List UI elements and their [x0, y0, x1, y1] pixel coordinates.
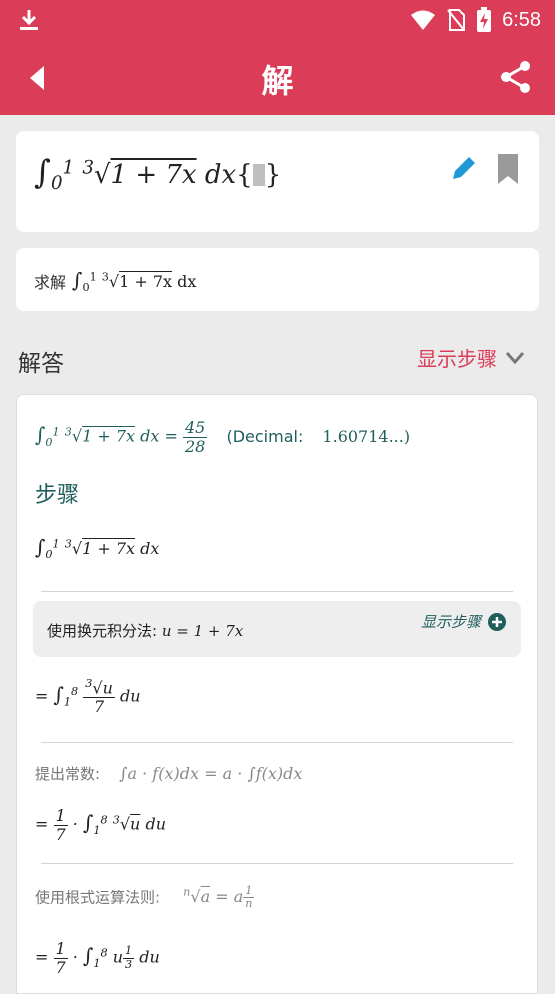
substitution-step[interactable]: 使用换元积分法: u = 1 + 7x 显示步骤 — [33, 601, 521, 657]
step-constant: = 17 · ∫18 3√u du — [35, 806, 166, 844]
rule-constant: 提出常数: ∫a · f(x)dx = a · ∫f(x)dx — [35, 764, 303, 783]
page-title: 解 — [261, 62, 294, 100]
divider — [41, 742, 513, 743]
steps-title: 步骤 — [35, 483, 80, 508]
plus-circle-icon — [488, 612, 506, 631]
share-icon[interactable] — [499, 60, 533, 94]
result-card: ∫01 3√1 + 7x dx = 45 28 (Decimal: 1.60714… — [16, 394, 538, 994]
query-text: 求解 ∫01 3√1 + 7x dx — [34, 268, 197, 295]
chevron-down-icon — [505, 351, 525, 364]
step-original: ∫01 3√1 + 7x dx — [35, 535, 160, 562]
cursor-placeholder — [252, 164, 265, 186]
divider — [41, 863, 513, 864]
bookmark-icon[interactable] — [497, 153, 519, 185]
edit-icon[interactable] — [449, 153, 479, 183]
query-card: 求解 ∫01 3√1 + 7x dx — [16, 248, 539, 311]
divider — [41, 591, 513, 592]
input-expression: ∫01 3√1 + 7x dx{} — [34, 153, 282, 195]
status-bar: 6:58 — [0, 0, 555, 42]
show-steps-button[interactable]: 显示步骤 — [417, 343, 525, 372]
clock: 6:58 — [502, 8, 541, 31]
expression-input[interactable]: ∫01 3√1 + 7x dx{} — [16, 131, 539, 232]
app-bar: 解 — [0, 42, 555, 115]
show-substeps-button[interactable]: 显示步骤 — [421, 611, 507, 632]
step-exponent: = 17 · ∫18 u13 du — [35, 939, 160, 977]
result-line: ∫01 3√1 + 7x dx = 45 28 (Decimal: 1.60714… — [35, 418, 411, 456]
wifi-icon — [411, 10, 436, 30]
answer-label: 解答 — [18, 351, 64, 377]
battery-charging-icon — [477, 7, 492, 32]
step-substituted: = ∫18 3√u 7 du — [35, 677, 141, 716]
download-icon — [20, 10, 38, 30]
rule-radical: 使用根式运算法则: n√a = a1n — [35, 884, 255, 911]
no-sim-icon — [447, 9, 466, 31]
